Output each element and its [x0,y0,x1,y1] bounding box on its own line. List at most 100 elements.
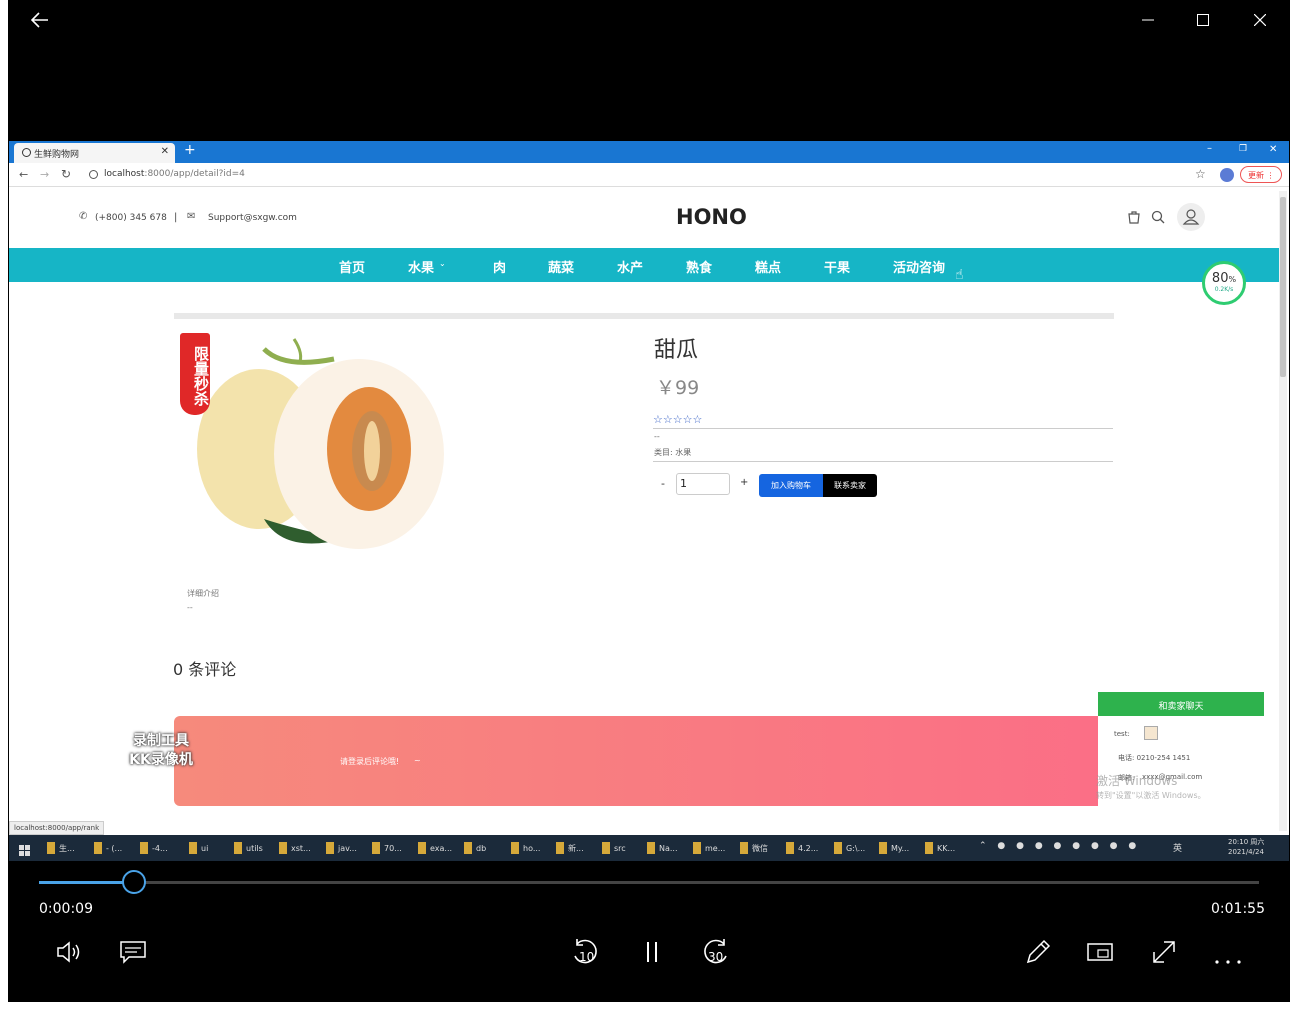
windows-start-icon[interactable] [19,842,31,856]
taskbar-item-label: ho... [523,843,541,853]
nav-home[interactable]: 首页 [339,257,365,276]
mail-icon: ✉ [187,211,196,222]
back-arrow-icon[interactable] [28,8,52,32]
nav-fruit[interactable]: 水果 [408,257,434,276]
speed-badge[interactable]: 80% 0.2K/s [1202,261,1246,305]
header-email[interactable]: Support@sxgw.com [208,213,297,223]
taskbar-item[interactable]: jav... [326,839,357,857]
fullscreen-icon[interactable] [1150,938,1178,970]
taskbar-item[interactable]: ui [189,839,208,857]
taskbar-item[interactable]: 4.2... [786,839,818,857]
flash-sale-label: 限量秒杀 [192,345,210,406]
add-to-cart-button[interactable]: 加入购物车 [759,474,823,497]
taskbar-item[interactable]: db [464,839,486,857]
qty-minus-button[interactable]: - [661,477,665,490]
watermark-line2: KK录像机 [129,752,193,768]
taskbar-item[interactable]: src [602,839,626,857]
qty-plus-button[interactable]: + [740,477,748,488]
pen-icon[interactable] [1024,938,1052,970]
nav-vegetable[interactable]: 蔬菜 [548,257,574,276]
speed-percent: 80 [1211,271,1229,286]
url-field[interactable]: localhost:8000/app/detail?id=4 [104,169,245,179]
nav-dried-fruit[interactable]: 干果 [824,257,850,276]
app-icon [140,842,148,854]
taskbar-item[interactable]: KK... [925,839,955,857]
taskbar-item[interactable]: utils [234,839,263,857]
url-path: :8000/app/detail?id=4 [144,169,245,179]
ime-indicator[interactable]: 英 [1173,841,1182,854]
more-icon[interactable] [1214,950,1242,969]
nav-forward-icon[interactable]: → [40,168,49,181]
app-icon [189,842,197,854]
close-icon[interactable] [1248,8,1272,32]
info-divider [653,428,1113,429]
volume-icon[interactable] [56,940,84,968]
qty-input[interactable]: 1 [676,473,730,495]
nav-seafood[interactable]: 水产 [617,257,643,276]
activate-windows-hint: 转到"设置"以激活 Windows。 [1096,791,1206,800]
reload-icon[interactable]: ↻ [61,167,71,181]
chat-avatar-icon[interactable] [1144,726,1158,740]
taskbar-item[interactable]: 生... [47,839,75,857]
profile-icon[interactable] [1220,168,1234,182]
header-phone: (+800) 345 678 [95,213,167,223]
taskbar-item[interactable]: 70... [372,839,402,857]
nav-meat[interactable]: 肉 [493,257,506,276]
taskbar-item[interactable]: me... [693,839,725,857]
scroll-thumb[interactable] [1280,197,1286,377]
seek-thumb[interactable] [122,870,147,894]
tab-close-icon[interactable]: ✕ [161,146,169,157]
minimize-icon[interactable] [1136,8,1160,32]
win-restore-icon[interactable]: ❐ [1239,144,1247,154]
taskbar-item[interactable]: Na... [647,839,678,857]
total-time: 0:01:55 [1211,901,1265,917]
user-icon[interactable] [1177,203,1205,231]
nav-events[interactable]: 活动咨询 [893,257,945,276]
app-icon [693,842,701,854]
win-minimize-icon[interactable]: – [1207,143,1212,154]
site-logo[interactable]: HONO [676,205,747,229]
search-icon[interactable] [1151,209,1165,228]
detail-content: -- [187,603,193,612]
seek-track[interactable] [39,870,1259,894]
taskbar-item[interactable]: 新... [556,839,584,857]
seller-chat-header[interactable]: 和卖家聊天 [1098,692,1264,716]
contact-seller-button[interactable]: 联系卖家 [823,474,877,497]
app-icon [786,842,794,854]
forward-icon[interactable]: 30 [698,938,732,968]
nav-back-icon[interactable]: ← [19,168,28,181]
star-icon: ☆ [653,413,663,426]
win-close-icon[interactable]: ✕ [1269,144,1277,155]
taskbar-item-label: G:\... [846,843,866,853]
taskbar-item[interactable]: G:\... [834,839,865,857]
nav-pastry[interactable]: 糕点 [755,257,781,276]
taskbar-clock[interactable]: 20:10 周六 2021/4/24 [1228,837,1264,857]
browser-tab[interactable]: 生鲜购物网 ✕ [14,143,175,163]
globe-icon [22,148,31,157]
taskbar-item[interactable]: -4... [140,839,168,857]
new-tab-icon[interactable]: + [184,142,196,158]
product-name: 甜瓜 [654,338,699,363]
update-button[interactable]: 更新 ⋮ [1240,166,1282,183]
cart-icon[interactable] [1128,209,1140,228]
taskbar-item-label: utils [246,843,263,853]
taskbar-item[interactable]: My... [879,839,909,857]
bookmark-star-icon[interactable]: ☆ [1195,167,1206,181]
nav-deli[interactable]: 熟食 [686,257,712,276]
comment-login-banner[interactable]: 请登录后评论哦! ~ [174,716,1114,806]
subtitles-icon[interactable] [119,940,147,968]
rewind-icon[interactable]: 10 [569,938,603,968]
taskbar-item[interactable]: - (... [94,839,122,857]
pause-button[interactable] [642,940,662,968]
taskbar-item[interactable]: ho... [511,839,540,857]
maximize-icon[interactable] [1191,8,1215,32]
page-scrollbar[interactable] [1279,191,1287,831]
taskbar-item[interactable]: exa... [418,839,452,857]
watermark-line1: 录制工具 [133,733,189,749]
taskbar-item-label: 新... [568,843,584,853]
star-icon: ☆ [692,413,703,426]
web-page: ✆ (+800) 345 678 | ✉ Support@sxgw.com HO… [9,187,1279,835]
taskbar-item[interactable]: 微信 [740,839,768,857]
mini-view-icon[interactable] [1086,940,1114,968]
taskbar-item[interactable]: xst... [279,839,311,857]
